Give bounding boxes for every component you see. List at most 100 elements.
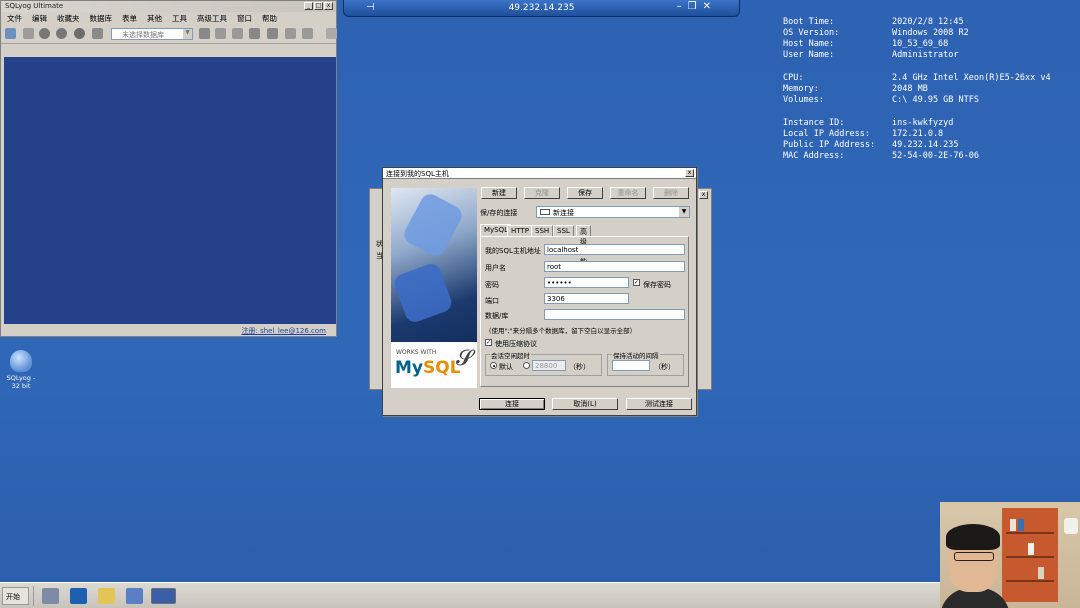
- database-hint: （使用";"来分隔多个数据库，留下空白以显示全部）: [485, 327, 637, 335]
- view-icon[interactable]: [232, 28, 243, 39]
- minimize-button[interactable]: _: [304, 2, 313, 10]
- grid-icon[interactable]: [285, 28, 296, 39]
- rdp-connection-bar[interactable]: ⊣ 49.232.14.235 –❐✕: [343, 0, 740, 17]
- custom-timeout-radio[interactable]: [523, 362, 530, 369]
- new-button[interactable]: 新建: [481, 187, 517, 199]
- menu-item[interactable]: 高级工具: [197, 13, 227, 23]
- port-input[interactable]: 3306: [544, 293, 629, 304]
- bginfo-value: C:\ 49.95 GB NTFS: [892, 95, 979, 105]
- bginfo-value: 172.21.0.8: [892, 129, 944, 139]
- sqlyog-title-bar[interactable]: SQLyog Ultimate _ □ x: [1, 1, 336, 12]
- chevron-down-icon[interactable]: ▼: [679, 207, 689, 217]
- webcam-overlay: [940, 502, 1080, 608]
- database-input[interactable]: [544, 309, 685, 320]
- explorer-icon[interactable]: [98, 588, 115, 604]
- powershell-icon[interactable]: [70, 588, 87, 604]
- taskbar-separator: [33, 586, 34, 606]
- connection-icon[interactable]: [23, 28, 34, 39]
- lamp: [1064, 518, 1078, 534]
- username-input[interactable]: root: [544, 261, 685, 272]
- registration-email[interactable]: 注册: shel_lee@126.com: [241, 327, 326, 335]
- menu-item[interactable]: 文件: [7, 13, 22, 23]
- clone-button[interactable]: 克隆: [524, 187, 560, 199]
- session-timeout-label: 会话空闲超时: [490, 350, 531, 360]
- keepalive-input[interactable]: [612, 360, 650, 371]
- tab-ssl[interactable]: SSL: [553, 225, 574, 236]
- table-icon[interactable]: [215, 28, 226, 39]
- dialog-title-bar[interactable]: 连接到我的SQL主机 x: [383, 168, 696, 179]
- glasses: [954, 552, 994, 561]
- restore-icon[interactable]: ❐: [688, 1, 703, 12]
- close-icon[interactable]: ✕: [703, 1, 717, 12]
- close-button[interactable]: x: [685, 169, 694, 177]
- start-button[interactable]: 开始: [2, 587, 29, 605]
- person-hair: [946, 524, 1000, 550]
- execute-icon[interactable]: [39, 28, 50, 39]
- close-button[interactable]: x: [699, 191, 708, 199]
- sqlyog-taskbar-icon[interactable]: [151, 588, 176, 604]
- delete-button[interactable]: 删除: [653, 187, 689, 199]
- bginfo-key: OS Version:: [783, 28, 840, 38]
- sqlyog-main-window[interactable]: SQLyog Ultimate _ □ x 文件 编辑 收藏夹 数据库 表单 其他 工具 高级…: [0, 0, 337, 337]
- menu-item[interactable]: 收藏夹: [57, 13, 80, 23]
- username-label: 用户名: [485, 264, 506, 272]
- procedure-icon[interactable]: [249, 28, 260, 39]
- minimize-icon[interactable]: –: [677, 1, 688, 12]
- menu-item[interactable]: 工具: [172, 13, 187, 23]
- save-password-checkbox[interactable]: ✓: [633, 279, 640, 286]
- host-input[interactable]: localhost: [544, 244, 685, 255]
- sqlyog-dolphin-icon: [10, 350, 32, 372]
- menu-item[interactable]: 窗口: [237, 13, 252, 23]
- menu-item[interactable]: 编辑: [32, 13, 47, 23]
- connect-button[interactable]: 连接: [479, 398, 545, 410]
- logo-sql: SQL: [423, 358, 461, 378]
- maximize-button[interactable]: □: [314, 2, 323, 10]
- keepalive-label: 保持活动的间隔: [612, 350, 660, 360]
- desktop-icon-sqlyog[interactable]: SQLyog - 32 bit: [2, 350, 40, 390]
- close-button[interactable]: x: [324, 2, 333, 10]
- desktop-icon-label: SQLyog - 32 bit: [6, 374, 36, 390]
- menu-item[interactable]: 表单: [122, 13, 137, 23]
- bginfo-value: 2.4 GHz Intel Xeon(R)E5-26xx v4: [892, 73, 1051, 83]
- sqlyog-toolbar: 未选择数据库 ▼: [1, 24, 337, 44]
- menu-bar: 文件 编辑 收藏夹 数据库 表单 其他 工具 高级工具 窗口 帮助: [1, 12, 336, 24]
- refresh-icon[interactable]: [92, 28, 103, 39]
- stop-icon[interactable]: [74, 28, 85, 39]
- menu-item[interactable]: 数据库: [90, 13, 113, 23]
- save-password-label: 保存密码: [643, 281, 671, 289]
- mysql-banner: WORKS WITH MySQL 𝓢: [391, 188, 477, 388]
- rename-button[interactable]: 重命名: [610, 187, 646, 199]
- tab-http[interactable]: HTTP: [507, 225, 533, 236]
- object-browser-pane[interactable]: [4, 57, 336, 324]
- bginfo-value: 2048 MB: [892, 84, 928, 94]
- function-icon[interactable]: [267, 28, 278, 39]
- cancel-button[interactable]: 取消(L): [552, 398, 618, 410]
- default-timeout-radio[interactable]: [490, 362, 497, 369]
- bginfo-key: MAC Address:: [783, 151, 845, 161]
- keepalive-seconds-label: （秒）: [654, 363, 675, 371]
- rdp-window-controls[interactable]: –❐✕: [677, 1, 717, 12]
- tab-advanced[interactable]: 高级功能: [576, 225, 591, 266]
- saved-connections-select[interactable]: 新连接 ▼: [536, 206, 690, 218]
- menu-item[interactable]: 帮助: [262, 13, 277, 23]
- password-input[interactable]: ••••••: [544, 277, 629, 288]
- database-select-value: 未选择数据库: [122, 31, 164, 39]
- network-icon[interactable]: [126, 588, 143, 604]
- save-button[interactable]: 保存: [567, 187, 603, 199]
- database-select[interactable]: 未选择数据库 ▼: [111, 28, 193, 40]
- new-connection-icon[interactable]: [5, 28, 16, 39]
- server-manager-icon[interactable]: [42, 588, 59, 604]
- compress-protocol-checkbox[interactable]: ✓: [485, 339, 492, 346]
- bginfo-value: ins-kwkfyzyd: [892, 118, 954, 128]
- menu-item[interactable]: 其他: [147, 13, 162, 23]
- schema-icon[interactable]: [302, 28, 313, 39]
- compress-protocol-label: 使用压缩协议: [495, 340, 537, 348]
- timeout-input[interactable]: 28800: [532, 360, 566, 371]
- tool-icon[interactable]: [199, 28, 210, 39]
- help-icon[interactable]: [326, 28, 337, 39]
- bginfo-key: CPU:: [783, 73, 804, 83]
- execute-all-icon[interactable]: [56, 28, 67, 39]
- test-connection-button[interactable]: 测试连接: [626, 398, 692, 410]
- tab-ssh[interactable]: SSH: [531, 225, 554, 236]
- chevron-down-icon[interactable]: ▼: [183, 29, 192, 39]
